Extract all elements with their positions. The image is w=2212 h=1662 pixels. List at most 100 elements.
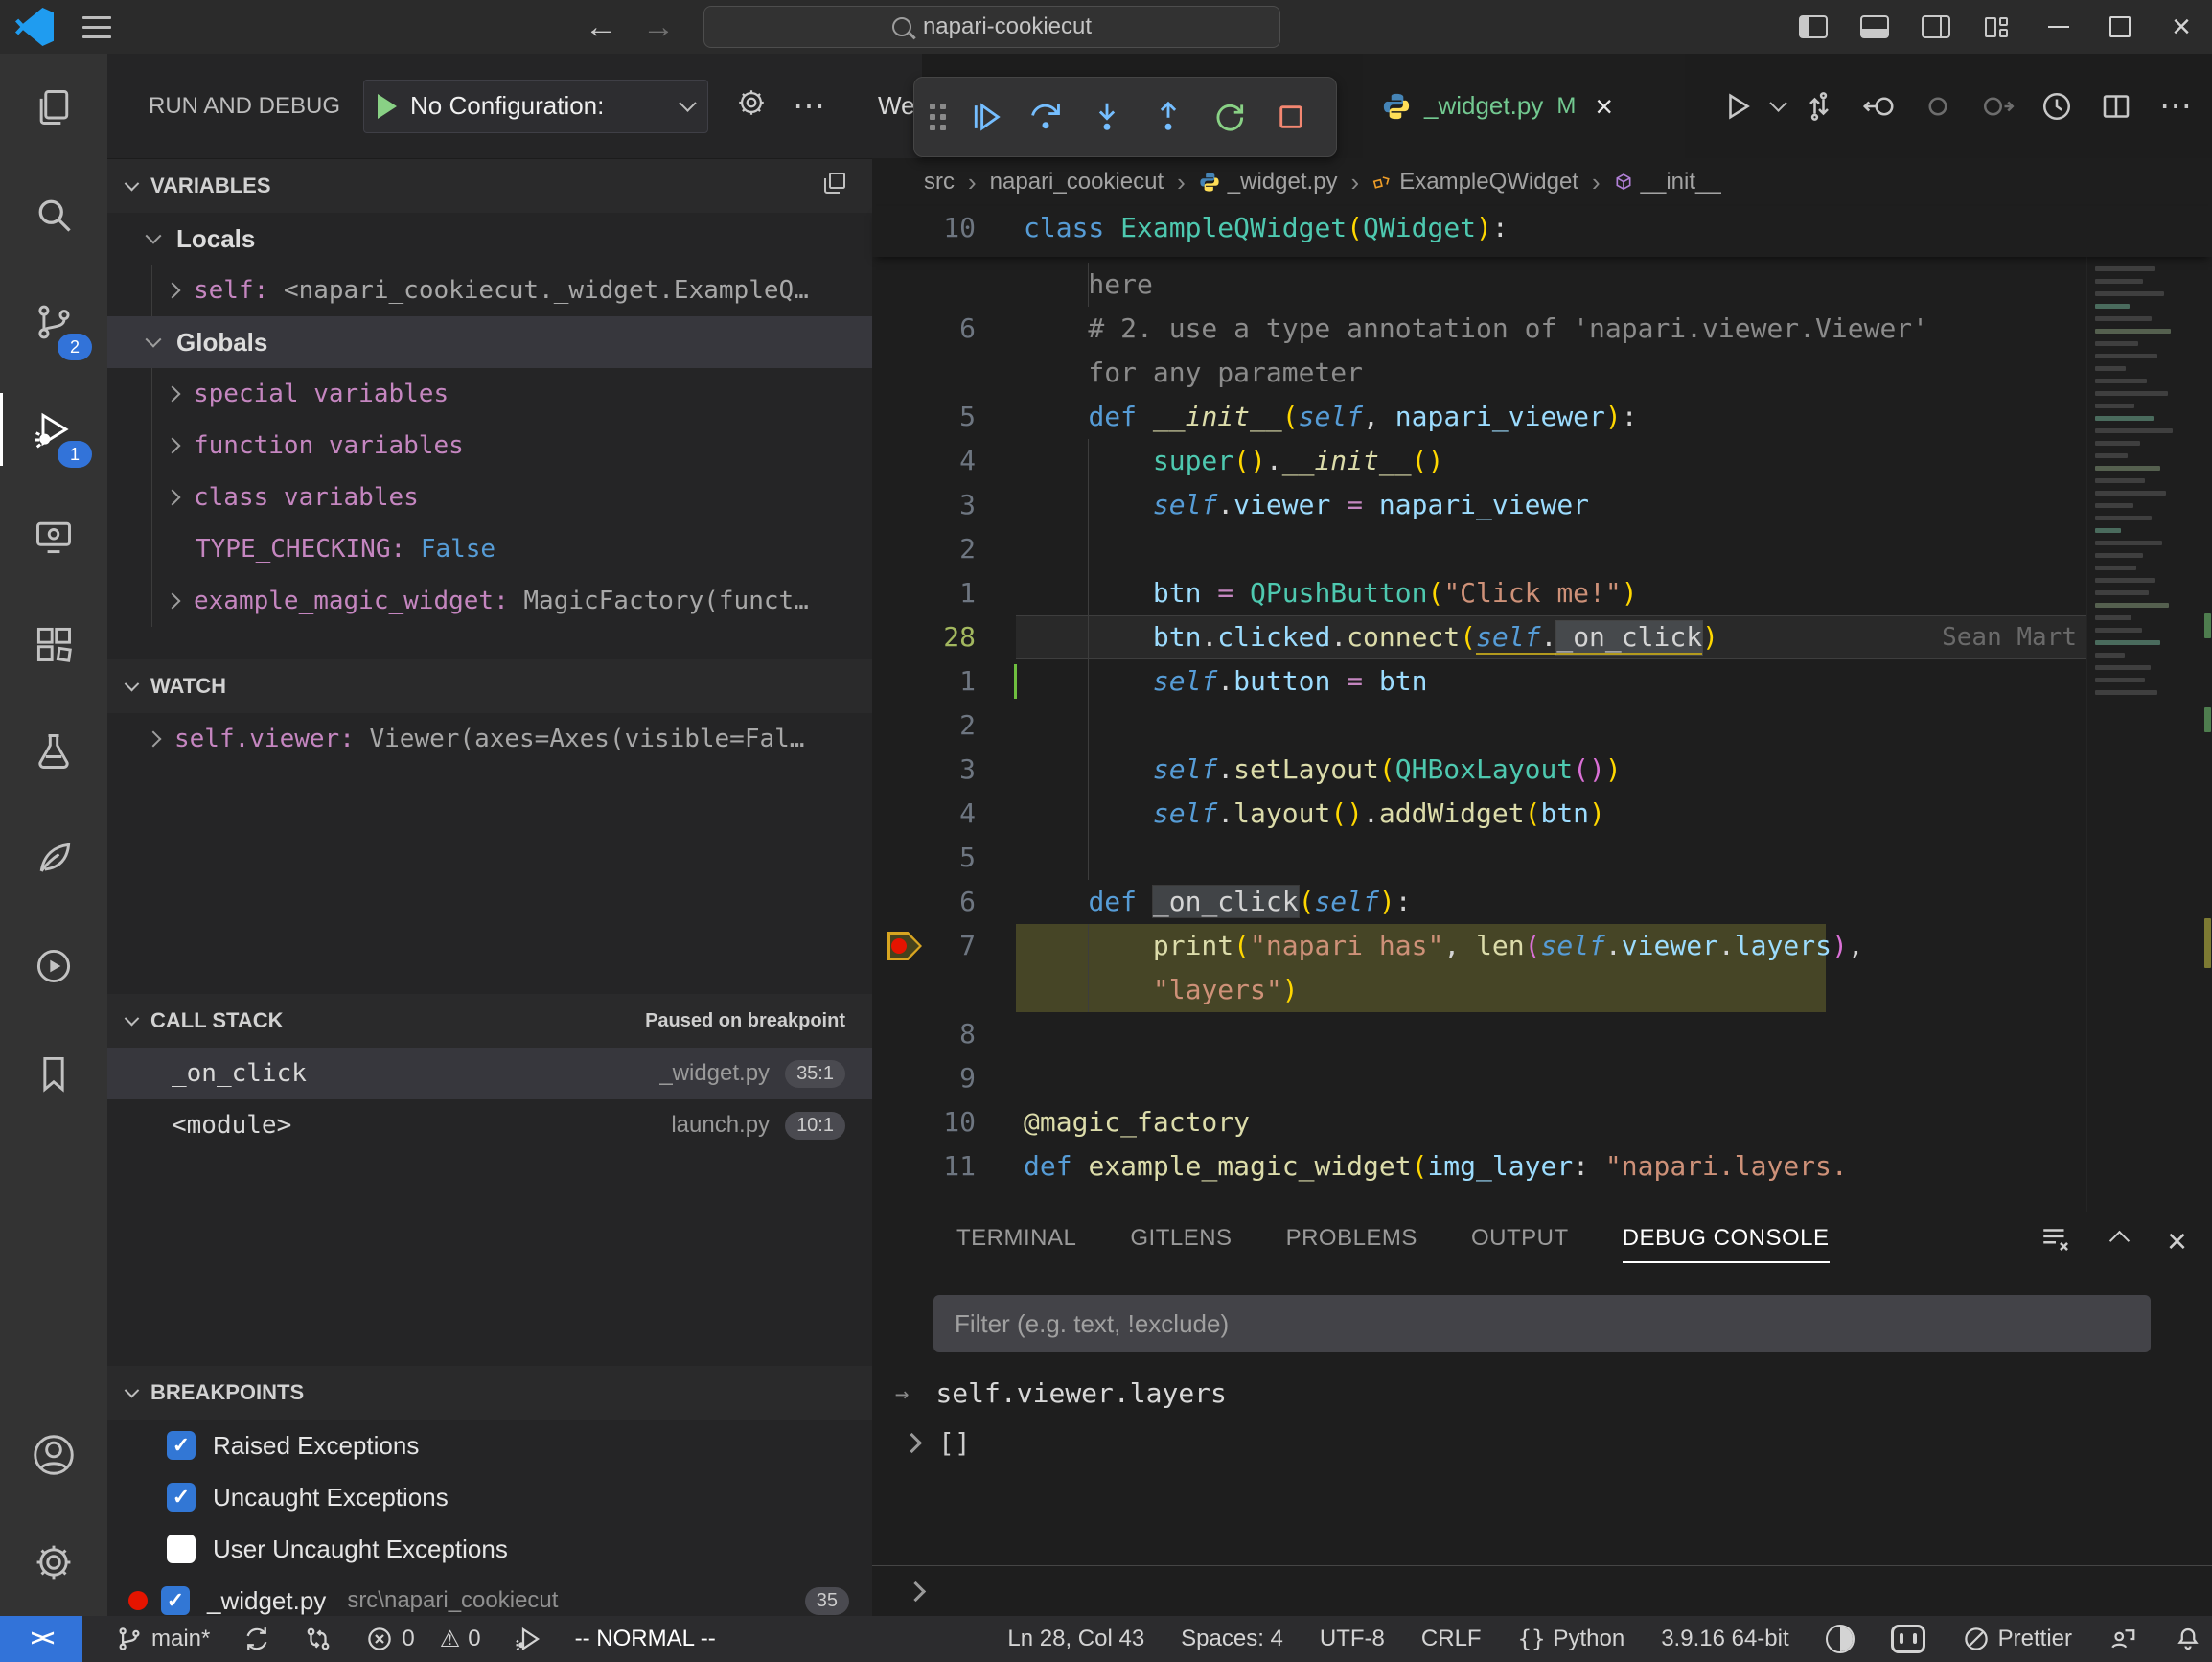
- code-line[interactable]: "layers"): [872, 968, 2086, 1012]
- debug-status-icon[interactable]: [514, 1625, 542, 1653]
- stop-button[interactable]: [1264, 90, 1318, 144]
- tab-widget-py[interactable]: _widget.py M ×: [1363, 54, 1685, 158]
- expand-result-chevron-icon[interactable]: [902, 1433, 922, 1453]
- line-number[interactable]: 2: [872, 704, 976, 748]
- previous-change-icon[interactable]: [1854, 81, 1903, 131]
- breakpoint-row[interactable]: User Uncaught Exceptions: [107, 1523, 872, 1575]
- code-line[interactable]: 6 def _on_click(self):: [872, 880, 2086, 924]
- python-interpreter[interactable]: 3.9.16 64-bit: [1661, 1626, 1788, 1652]
- code-line[interactable]: 11def example_magic_widget(img_layer: "n…: [872, 1144, 2086, 1189]
- split-editor-icon[interactable]: [2091, 81, 2141, 131]
- tab-close-icon[interactable]: ×: [1595, 91, 1613, 122]
- maximize-panel-icon[interactable]: [2109, 1231, 2130, 1251]
- accounts-icon[interactable]: [0, 1401, 107, 1509]
- language-mode[interactable]: {} Python: [1518, 1626, 1625, 1652]
- toggle-panel-icon[interactable]: [1844, 0, 1905, 54]
- command-center-search[interactable]: napari-cookiecut: [703, 6, 1280, 48]
- line-number[interactable]: 3: [872, 748, 976, 792]
- code-line[interactable]: 8: [872, 1012, 2086, 1056]
- console-filter-input[interactable]: [933, 1295, 2151, 1352]
- breadcrumb-src[interactable]: src: [924, 169, 955, 196]
- testing-beaker-icon[interactable]: [0, 698, 107, 805]
- line-number[interactable]: 2: [872, 527, 976, 571]
- collapse-all-icon[interactable]: [820, 169, 849, 203]
- tab-output[interactable]: OUTPUT: [1471, 1225, 1569, 1263]
- breakpoint-row[interactable]: Raised Exceptions: [107, 1420, 872, 1471]
- notifications-bell-icon[interactable]: [2174, 1625, 2202, 1653]
- breakpoint-row[interactable]: _widget.py src\napari_cookiecut 35: [107, 1575, 872, 1627]
- checkbox[interactable]: [167, 1483, 196, 1512]
- continue-button[interactable]: [957, 90, 1011, 144]
- open-changes-icon[interactable]: [1794, 81, 1844, 131]
- vim-mode[interactable]: -- NORMAL --: [575, 1626, 716, 1652]
- code-line[interactable]: 3 self.setLayout(QHBoxLayout()): [872, 748, 2086, 792]
- line-number[interactable]: 8: [872, 1012, 976, 1056]
- variable-row-type-checking[interactable]: TYPE_CHECKING: False: [107, 523, 872, 575]
- code-line[interactable]: 1 btn = QPushButton("Click me!"): [872, 571, 2086, 615]
- next-change-disabled-icon[interactable]: [1972, 81, 2022, 131]
- variables-section-header[interactable]: VARIABLES: [107, 159, 872, 213]
- drag-handle-icon[interactable]: [930, 104, 946, 130]
- debug-settings-gear-icon[interactable]: [735, 86, 768, 126]
- code-line[interactable]: 4 self.layout().addWidget(btn): [872, 792, 2086, 836]
- close-button[interactable]: ×: [2151, 0, 2212, 54]
- customize-layout-icon[interactable]: [1967, 0, 2028, 54]
- variables-group-globals[interactable]: Globals: [107, 316, 872, 368]
- code-line[interactable]: 3 self.viewer = napari_viewer: [872, 483, 2086, 527]
- variable-row-special[interactable]: special variables: [107, 368, 872, 420]
- line-number[interactable]: 3: [872, 483, 976, 527]
- console-input-row[interactable]: [872, 1565, 2212, 1616]
- run-and-debug-icon[interactable]: 1: [0, 376, 107, 483]
- code-line[interactable]: 28 btn.clicked.connect(self._on_click)Se…: [872, 615, 2086, 659]
- line-number[interactable]: 4: [872, 439, 976, 483]
- toggle-sidebar-icon[interactable]: [1783, 0, 1844, 54]
- line-number[interactable]: 4: [872, 792, 976, 836]
- git-branch-item[interactable]: main*: [115, 1625, 210, 1653]
- clear-console-icon[interactable]: [2039, 1222, 2072, 1259]
- line-number[interactable]: 11: [872, 1144, 976, 1189]
- tab-terminal[interactable]: TERMINAL: [956, 1225, 1076, 1263]
- menu-icon[interactable]: [82, 16, 111, 38]
- leaf-extension-icon[interactable]: [0, 805, 107, 912]
- git-compare-icon[interactable]: [304, 1625, 333, 1653]
- step-out-button[interactable]: [1141, 90, 1195, 144]
- remote-indicator[interactable]: ><: [0, 1616, 82, 1662]
- formatter-item[interactable]: Prettier: [1962, 1625, 2072, 1653]
- checkbox[interactable]: [167, 1431, 196, 1460]
- start-debug-icon[interactable]: [378, 94, 397, 119]
- code-line[interactable]: 9: [872, 1056, 2086, 1100]
- step-into-button[interactable]: [1080, 90, 1134, 144]
- tab-problems[interactable]: PROBLEMS: [1286, 1225, 1417, 1263]
- watch-row-self-viewer[interactable]: self.viewer: Viewer(axes=Axes(visible=Fa…: [107, 713, 872, 765]
- explorer-icon[interactable]: [0, 54, 107, 161]
- code-line[interactable]: 6 # 2. use a type annotation of 'napari.…: [872, 307, 2086, 351]
- step-over-button[interactable]: [1019, 90, 1072, 144]
- call-stack-frame[interactable]: _on_click _widget.py 35:1: [107, 1048, 872, 1099]
- breadcrumb-method[interactable]: __init__: [1614, 169, 1721, 196]
- variable-row-example-magic-widget[interactable]: example_magic_widget: MagicFactory(funct…: [107, 575, 872, 627]
- launch-configuration-dropdown[interactable]: No Configuration:: [363, 80, 708, 133]
- maximize-button[interactable]: [2089, 0, 2151, 54]
- remote-explorer-icon[interactable]: [0, 483, 107, 590]
- code-line[interactable]: 4 super().__init__(): [872, 439, 2086, 483]
- call-stack-section-header[interactable]: CALL STACK Paused on breakpoint: [107, 994, 872, 1048]
- code-line[interactable]: 10@magic_factory: [872, 1100, 2086, 1144]
- close-panel-icon[interactable]: ×: [2167, 1224, 2187, 1258]
- variable-row-function[interactable]: function variables: [107, 420, 872, 472]
- tab-gitlens[interactable]: GITLENS: [1130, 1225, 1232, 1263]
- breadcrumb-class[interactable]: ExampleQWidget: [1372, 169, 1578, 196]
- variables-group-locals[interactable]: Locals: [107, 213, 872, 265]
- feedback-icon[interactable]: [2108, 1625, 2137, 1653]
- code-line[interactable]: 2: [872, 704, 2086, 748]
- nav-back-icon[interactable]: ←: [585, 11, 617, 43]
- indentation[interactable]: Spaces: 4: [1181, 1626, 1283, 1652]
- settings-gear-icon[interactable]: [0, 1509, 107, 1616]
- encoding[interactable]: UTF-8: [1320, 1626, 1385, 1652]
- breadcrumb-file[interactable]: _widget.py: [1199, 169, 1338, 196]
- paused-breakpoint-icon[interactable]: [887, 932, 922, 960]
- line-number[interactable]: 28: [872, 615, 976, 659]
- contrast-icon[interactable]: [1826, 1625, 1855, 1653]
- breakpoints-section-header[interactable]: BREAKPOINTS: [107, 1366, 872, 1420]
- breadcrumb-napari-cookiecut[interactable]: napari_cookiecut: [990, 169, 1164, 196]
- line-number[interactable]: 6: [872, 880, 976, 924]
